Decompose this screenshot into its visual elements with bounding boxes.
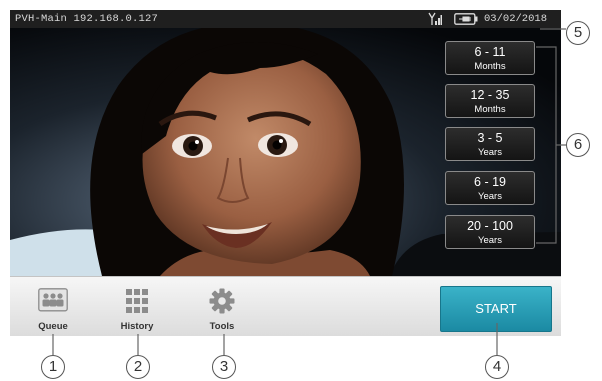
callout-1: 1 [41, 355, 65, 379]
callout-3: 3 [212, 355, 236, 379]
age-unit-label: Years [478, 146, 502, 158]
age-range-label: 6 - 19 [474, 175, 506, 189]
bottom-toolbar: Queue History Tools START [10, 276, 561, 336]
gear-icon [209, 288, 235, 314]
age-range-label: 6 - 11 [474, 45, 506, 59]
age-group-button-6-11-months[interactable]: 6 - 11 Months [445, 41, 535, 75]
age-range-label: 12 - 35 [470, 88, 510, 102]
age-unit-label: Years [478, 190, 502, 202]
tools-label: Tools [209, 321, 235, 332]
device-network-label: PVH-Main 192.168.0.127 [15, 13, 159, 25]
date-label: 03/02/2018 [484, 13, 548, 25]
age-unit-label: Months [474, 60, 506, 72]
history-label: History [120, 321, 154, 332]
age-range-label: 20 - 100 [467, 219, 513, 233]
age-range-label: 3 - 5 [477, 131, 503, 145]
age-unit-label: Years [478, 234, 502, 246]
battery-plug-icon [454, 13, 478, 25]
age-group-button-6-19-years[interactable]: 6 - 19 Years [445, 171, 535, 205]
history-grid-icon [126, 289, 148, 313]
age-unit-label: Months [474, 103, 506, 115]
callout-4: 4 [485, 355, 509, 379]
queue-label: Queue [38, 321, 68, 332]
start-button[interactable]: START [440, 286, 552, 332]
callout-5: 5 [566, 21, 590, 45]
age-group-button-20-100-years[interactable]: 20 - 100 Years [445, 215, 535, 249]
device-screen: PVH-Main 192.168.0.127 03/02/2018 6 - 11… [10, 10, 561, 336]
queue-button[interactable]: Queue [21, 277, 85, 336]
tools-button[interactable]: Tools [190, 277, 254, 336]
queue-people-icon [38, 288, 68, 312]
age-group-button-3-5-years[interactable]: 3 - 5 Years [445, 127, 535, 161]
callout-2: 2 [126, 355, 150, 379]
antenna-signal-icon [428, 12, 442, 25]
status-bar: PVH-Main 192.168.0.127 03/02/2018 [10, 10, 561, 28]
history-button[interactable]: History [105, 277, 169, 336]
age-group-button-12-35-months[interactable]: 12 - 35 Months [445, 84, 535, 118]
callout-6: 6 [566, 133, 590, 157]
